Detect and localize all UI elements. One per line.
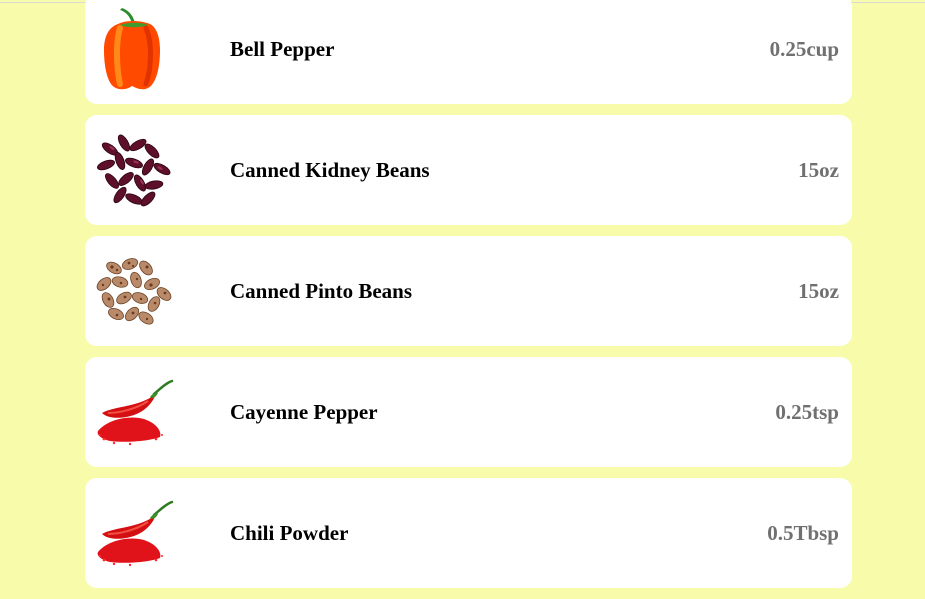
ingredient-card-bell-pepper[interactable]: Bell Pepper 0.25cup — [85, 0, 852, 104]
chili-powder-icon — [90, 490, 176, 576]
ingredient-quantity: 0.25cup — [769, 37, 839, 61]
ingredient-card-canned-kidney-beans[interactable]: Canned Kidney Beans 15oz — [85, 115, 852, 225]
pinto-beans-icon — [90, 248, 176, 334]
ingredient-card-canned-pinto-beans[interactable]: Canned Pinto Beans 15oz — [85, 236, 852, 346]
ingredient-card-cayenne-pepper[interactable]: Cayenne Pepper 0.25tsp — [85, 357, 852, 467]
ingredient-name: Cayenne Pepper — [230, 400, 378, 424]
ingredient-quantity: 0.25tsp — [775, 400, 839, 424]
ingredient-quantity: 15oz — [798, 158, 839, 182]
ingredient-quantity: 15oz — [798, 279, 839, 303]
ingredient-name: Chili Powder — [230, 521, 349, 545]
ingredient-name: Canned Kidney Beans — [230, 158, 430, 182]
ingredient-name: Bell Pepper — [230, 37, 335, 61]
cayenne-pepper-icon — [90, 369, 176, 455]
ingredient-name: Canned Pinto Beans — [230, 279, 413, 303]
ingredient-list: Bell Pepper 0.25cup Canned Kidney Beans … — [85, 0, 852, 599]
bell-pepper-icon — [90, 6, 176, 92]
ingredient-quantity: 0.5Tbsp — [767, 521, 839, 545]
ingredient-card-chili-powder[interactable]: Chili Powder 0.5Tbsp — [85, 478, 852, 588]
kidney-beans-icon — [90, 127, 176, 213]
